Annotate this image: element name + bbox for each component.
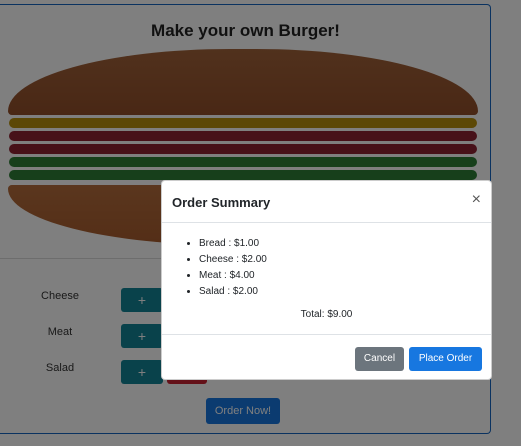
- order-items-list: Bread : $1.00 Cheese : $2.00 Meat : $4.0…: [199, 236, 267, 300]
- order-summary-modal: Order Summary × Bread : $1.00 Cheese : $…: [161, 180, 492, 380]
- cancel-button[interactable]: Cancel: [355, 347, 404, 371]
- list-item: Bread : $1.00: [199, 236, 267, 252]
- list-item: Meat : $4.00: [199, 268, 267, 284]
- list-item: Salad : $2.00: [199, 284, 267, 300]
- list-item: Cheese : $2.00: [199, 252, 267, 268]
- modal-title: Order Summary: [172, 195, 271, 210]
- modal-body: Bread : $1.00 Cheese : $2.00 Meat : $4.0…: [162, 223, 491, 335]
- place-order-button[interactable]: Place Order: [409, 347, 482, 371]
- modal-header: Order Summary ×: [162, 181, 491, 223]
- modal-footer: Cancel Place Order: [162, 335, 491, 381]
- order-total: Total: $9.00: [300, 309, 353, 320]
- close-icon[interactable]: ×: [472, 192, 481, 208]
